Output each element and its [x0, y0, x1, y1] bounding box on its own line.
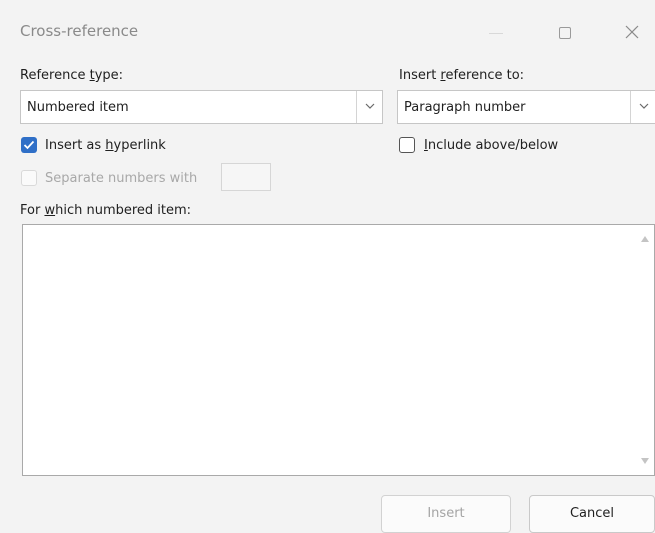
maximize-icon[interactable]	[559, 27, 571, 39]
reference-type-label-rest: ype:	[94, 68, 124, 83]
close-icon[interactable]	[622, 22, 642, 42]
include-label-rest: nclude above/below	[427, 138, 559, 153]
title-bar: Cross-reference	[0, 0, 655, 56]
reference-type-label-text: Reference	[20, 68, 90, 83]
insert-reference-label-text: Insert	[399, 68, 441, 83]
include-above-below-label[interactable]: Include above/below	[424, 138, 558, 153]
cancel-button[interactable]: Cancel	[529, 495, 655, 533]
insert-reference-to-dropdown[interactable]: Paragraph number	[397, 90, 655, 124]
for-which-label: For which numbered item:	[20, 203, 191, 218]
insert-as-hyperlink-checkbox[interactable]	[21, 137, 37, 153]
reference-type-dropdown[interactable]: Numbered item	[20, 90, 383, 124]
include-above-below-checkbox[interactable]	[399, 137, 415, 153]
hyperlink-label-rest: yperlink	[113, 138, 166, 153]
reference-type-label: Reference type:	[20, 68, 123, 83]
reference-type-value: Numbered item	[27, 100, 129, 115]
hyperlink-access-key: h	[105, 138, 114, 153]
for-which-access-key: w	[44, 203, 56, 218]
separate-numbers-checkbox	[21, 170, 37, 186]
insert-button[interactable]: Insert	[381, 495, 511, 533]
chevron-down-icon[interactable]	[356, 91, 382, 123]
insert-reference-to-value: Paragraph number	[404, 100, 526, 115]
insert-as-hyperlink-label[interactable]: Insert as hyperlink	[45, 138, 166, 153]
insert-reference-to-label: Insert reference to:	[399, 68, 524, 83]
numbered-item-list[interactable]	[22, 224, 655, 476]
chevron-down-icon[interactable]	[630, 91, 655, 123]
separate-numbers-input	[221, 163, 271, 191]
minimize-icon	[489, 33, 503, 34]
insert-reference-label-rest: eference to:	[445, 68, 525, 83]
dialog-title: Cross-reference	[20, 22, 139, 40]
hyperlink-label-text: Insert as	[45, 138, 106, 153]
scroll-down-arrow-icon[interactable]	[641, 458, 649, 464]
scroll-up-arrow-icon[interactable]	[641, 236, 649, 242]
checkmark-icon	[23, 140, 35, 150]
for-which-label-rest: hich numbered item:	[55, 203, 192, 218]
separate-numbers-label: Separate numbers with	[45, 171, 198, 186]
for-which-label-text: For	[20, 203, 45, 218]
